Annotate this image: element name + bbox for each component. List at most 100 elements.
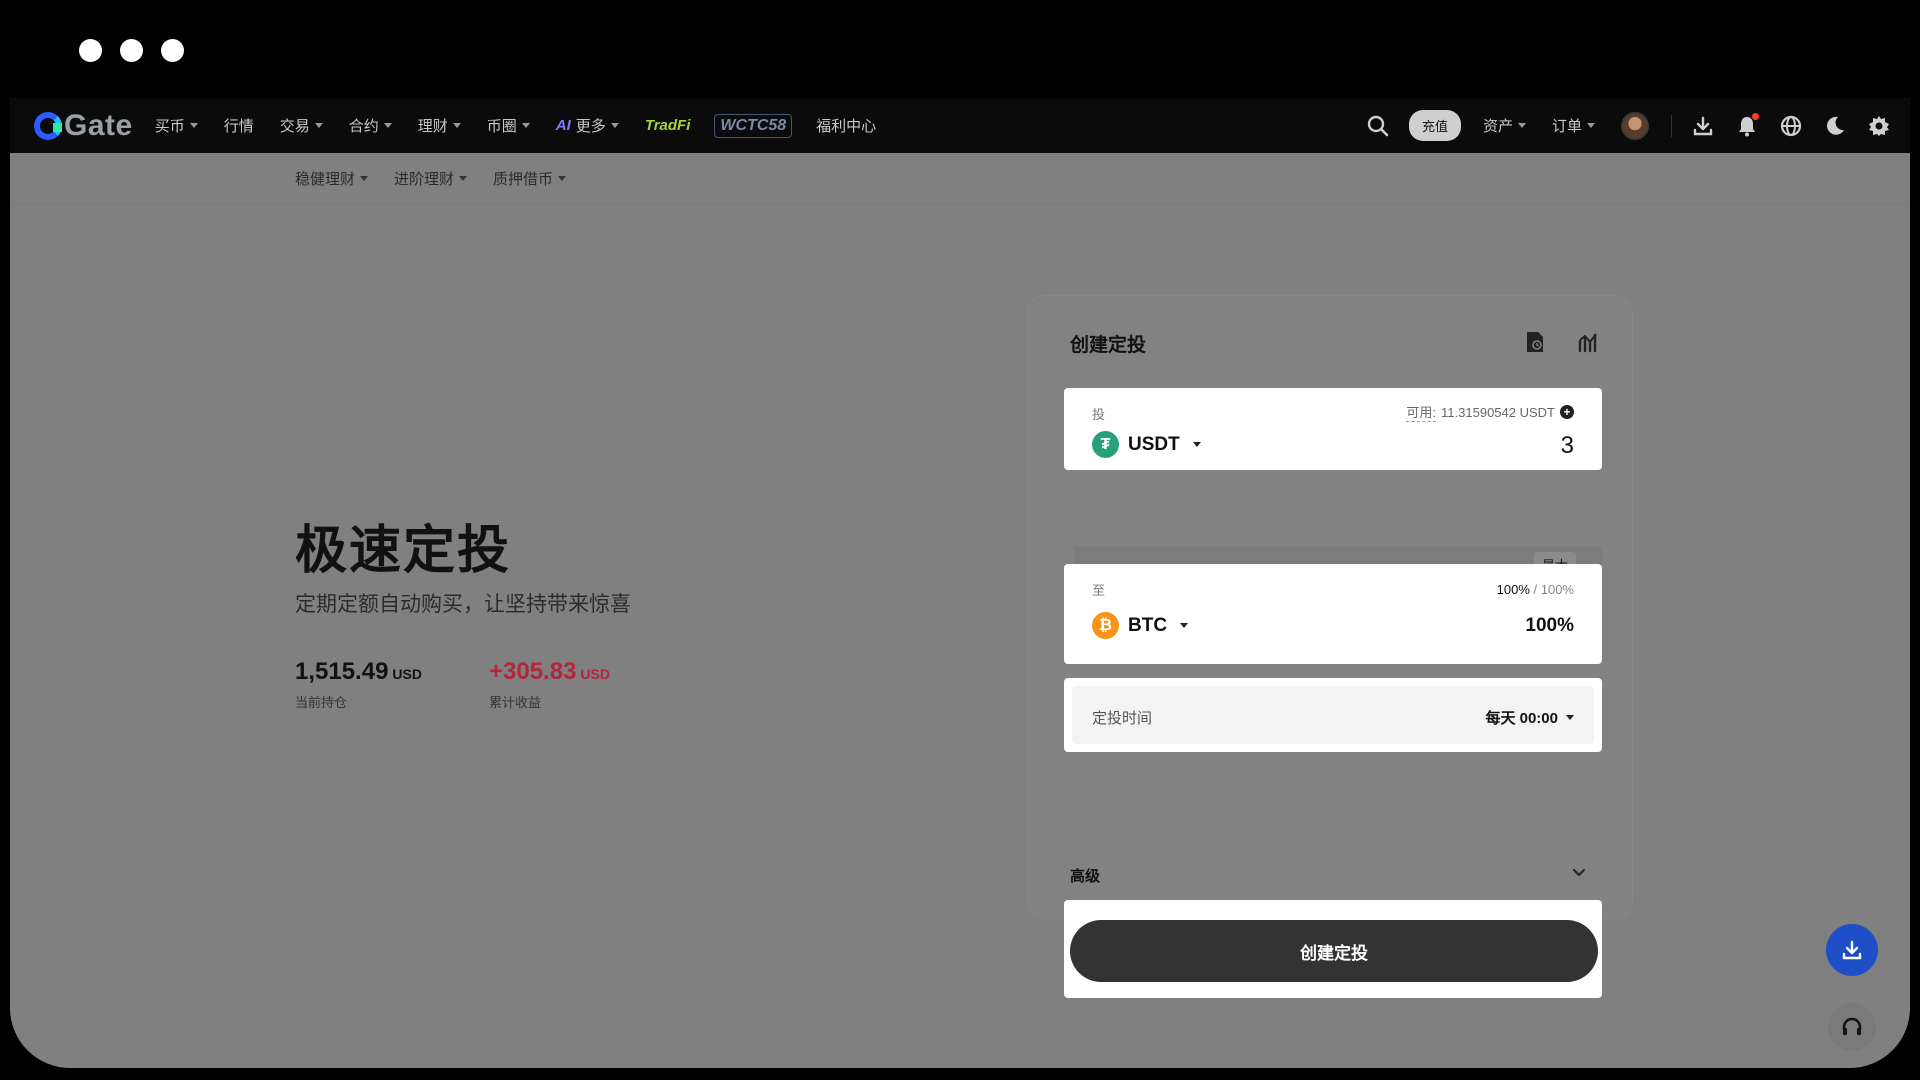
schedule-label: 定投时间 [1092,710,1153,727]
subnav-label: 进阶理财 [394,171,455,188]
nav-label: 币圈 [486,118,517,135]
globe-icon[interactable] [1778,113,1804,139]
caret-down-icon [1517,123,1526,128]
usdt-icon: ₮ [1092,431,1119,458]
nav-right-group: 充值 资产 订单 [1365,98,1910,153]
window-dot-maximize[interactable] [161,39,184,62]
subnav-item-stable-earn[interactable]: 稳健理财 [295,168,369,189]
sub-nav: 稳健理财 进阶理财 质押借币 [10,153,1910,205]
page-subtitle: 定期定额自动购买，让坚持带来惊喜 [295,593,631,616]
window-dot-close[interactable] [79,39,102,62]
nav-label: 资产 [1482,118,1513,135]
schedule-card: 定投时间 每天 00:00 [1064,678,1602,752]
caret-down-icon [1587,123,1595,128]
caret-down-icon [558,176,567,181]
download-app-button[interactable] [1826,924,1878,976]
headset-icon [1842,1017,1862,1035]
to-coin-name: BTC [1128,614,1168,636]
download-icon[interactable] [1690,113,1716,139]
to-coin-selector[interactable]: ₿ BTC [1092,612,1189,639]
nav-item-assets[interactable]: 资产 [1483,115,1526,136]
caret-down-icon [1566,715,1574,720]
add-funds-icon[interactable]: + [1560,405,1574,419]
available-balance: 可用: 11.31590542 USDT + [1406,402,1574,422]
nav-item-buy-crypto[interactable]: 买币 [155,115,198,136]
notification-dot [1752,112,1759,120]
caret-down-icon [1192,442,1201,447]
history-icon[interactable] [1523,330,1547,354]
subnav-item-advanced-earn[interactable]: 进阶理财 [394,168,468,189]
profit-label: 累计收益 [489,695,542,710]
gate-logo-icon [34,111,62,140]
to-label: 至 [1092,583,1106,598]
nav-label: 合约 [348,118,379,135]
btc-icon: ₿ [1092,612,1119,639]
bell-icon[interactable] [1734,112,1760,139]
holdings-unit: USD [392,666,422,682]
subnav-item-crypto-loan[interactable]: 质押借币 [493,168,567,189]
panel-title: 创建定投 [1070,335,1147,356]
from-coin-name: USDT [1128,433,1180,455]
caret-down-icon [360,176,369,181]
target-card: 至 100% / 100% ₿ BTC 100% [1064,564,1602,664]
nav-item-futures[interactable]: 合约 [349,115,392,136]
page-title: 极速定投 [295,522,512,580]
allocation-percent-input[interactable]: 100% [1525,615,1574,637]
holdings-value: 1,515.49 USD [295,658,422,686]
gear-icon[interactable] [1866,113,1892,139]
holdings-stat: 1,515.49 USD 当前持仓 [295,658,422,711]
nav-label: 订单 [1551,118,1582,135]
schedule-row[interactable]: 定投时间 每天 00:00 [1072,686,1594,744]
nav-item-trade[interactable]: 交易 [280,115,323,136]
invest-card: 投 可用: 11.31590542 USDT + ₮ USDT 3 [1064,388,1602,470]
gate-logo[interactable]: Gate [34,109,133,143]
caret-down-icon [610,123,619,128]
amount-input[interactable]: 3 [1561,432,1574,460]
top-nav: Gate 买币 行情 交易 合约 理财 币圈 AI 更多 TradFi WCTC… [10,98,1910,153]
invest-label: 投 [1092,407,1106,422]
from-coin-selector[interactable]: ₮ USDT [1092,431,1201,458]
nav-item-orders[interactable]: 订单 [1552,115,1595,136]
nav-item-square[interactable]: 币圈 [487,115,530,136]
divider [1671,114,1672,137]
window-dot-minimize[interactable] [120,39,143,62]
caret-down-icon [383,123,392,128]
create-dca-button[interactable]: 创建定投 [1070,920,1598,982]
moon-icon[interactable] [1822,113,1848,139]
nav-label: 买币 [154,118,185,135]
search-icon[interactable] [1365,113,1391,139]
nav-item-tradfi[interactable]: TradFi [645,117,691,134]
profit-unit: USD [580,666,610,682]
subnav-label: 稳健理财 [295,171,356,188]
gate-logo-text: Gate [64,108,133,142]
caret-down-icon [189,123,198,128]
ai-badge-icon: AI [555,117,571,134]
profit-stat: +305.83 USD 累计收益 [489,658,610,711]
customer-support-button[interactable] [1828,1003,1876,1051]
nav-label: 行情 [223,118,254,135]
subnav-label: 质押借币 [493,171,554,188]
nav-item-welfare-center[interactable]: 福利中心 [816,115,876,136]
nav-item-wctc[interactable]: WCTC58 [714,113,793,138]
chevron-down-icon[interactable] [1570,863,1588,886]
device-frame: Gate 买币 行情 交易 合约 理财 币圈 AI 更多 TradFi WCTC… [0,0,1920,1080]
nav-item-earn[interactable]: 理财 [418,115,461,136]
allocation-used: 100% [1496,582,1530,597]
profit-value: +305.83 USD [489,658,610,686]
schedule-selector[interactable]: 每天 00:00 [1485,707,1574,728]
schedule-value: 每天 00:00 [1485,710,1558,727]
available-prefix: 可用: [1406,402,1437,422]
nav-label: 交易 [279,118,310,135]
nav-item-markets[interactable]: 行情 [224,115,254,136]
nav-label: 福利中心 [816,118,877,135]
nav-label: 理财 [417,118,448,135]
avatar[interactable] [1621,111,1649,140]
available-value: 11.31590542 USDT [1441,404,1555,420]
chart-icon[interactable] [1576,330,1600,354]
deposit-button[interactable]: 充值 [1408,110,1461,141]
advanced-toggle[interactable]: 高级 [1070,865,1100,886]
caret-down-icon [459,176,468,181]
caret-down-icon [452,123,461,128]
caret-down-icon [314,123,323,128]
nav-item-more[interactable]: AI 更多 [556,115,619,136]
